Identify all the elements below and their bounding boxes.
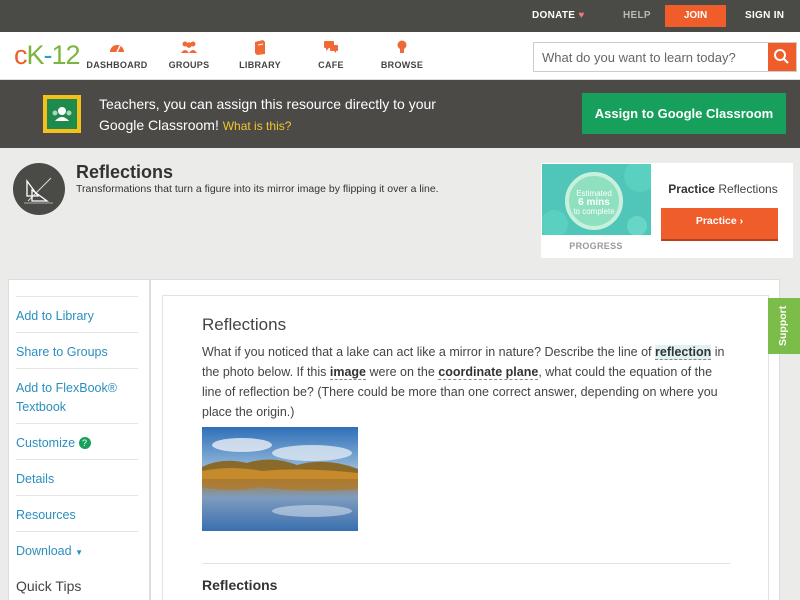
section-heading: Reflections	[202, 577, 278, 593]
banner-message: Teachers, you can assign this resource d…	[99, 96, 436, 133]
sidebar-item-add-to-library[interactable]: Add to Library	[16, 296, 138, 326]
practice-illustration: Estimated 6 mins to complete	[542, 164, 651, 235]
what-is-this-link[interactable]: What is this?	[223, 119, 292, 133]
heart-icon: ♥	[578, 10, 585, 21]
nav-dashboard[interactable]: DASHBOARD	[82, 40, 152, 70]
practice-title: Practice Reflections	[668, 182, 778, 196]
concept-title: Reflections	[76, 162, 174, 182]
speedometer-icon	[82, 40, 152, 58]
nav-groups[interactable]: GROUPS	[154, 40, 224, 70]
practice-card: Estimated 6 mins to complete PROGRESS Pr…	[541, 163, 793, 258]
top-utility-bar: DONATE ♥ HELP JOIN SIGN IN	[0, 0, 800, 32]
vocab-image[interactable]: image	[329, 365, 367, 380]
main-header: cK-12 DASHBOARD GROUPS LIBRARY CAFE BROW…	[0, 32, 800, 80]
lesson-title: Reflections	[202, 315, 287, 334]
search-icon	[774, 49, 789, 64]
chat-bubbles-icon	[296, 40, 366, 58]
search-button[interactable]	[768, 43, 796, 71]
ck12-logo[interactable]: cK-12	[14, 40, 81, 71]
lake-reflection-photo	[202, 427, 358, 531]
lesson-intro-paragraph: What if you noticed that a lake can act …	[202, 345, 725, 419]
book-icon	[225, 40, 295, 58]
quick-tips-heading[interactable]: Quick Tips	[16, 578, 81, 594]
search-box	[533, 42, 797, 72]
donate-link[interactable]: DONATE ♥	[532, 10, 585, 21]
sign-in-link[interactable]: SIGN IN	[745, 10, 784, 21]
assign-to-google-classroom-button[interactable]: Assign to Google Classroom	[582, 93, 786, 134]
sidebar-item-add-to-flexbook[interactable]: Add to FlexBook® Textbook	[16, 368, 138, 417]
sidebar-item-resources[interactable]: Resources	[16, 495, 138, 525]
question-mark-icon[interactable]: ?	[78, 437, 91, 449]
people-icon	[154, 40, 224, 58]
concept-subtitle: Transformations that turn a figure into …	[76, 183, 439, 195]
nav-library[interactable]: LIBRARY	[225, 40, 295, 70]
support-tab[interactable]: Support	[768, 298, 800, 354]
vocab-coordinate-plane[interactable]: coordinate plane	[438, 365, 539, 380]
estimated-time-badge: Estimated 6 mins to complete	[565, 172, 623, 230]
join-button[interactable]: JOIN	[665, 5, 726, 27]
nav-cafe[interactable]: CAFE	[296, 40, 366, 70]
chevron-right-icon: ›	[739, 215, 744, 227]
search-input[interactable]	[534, 43, 768, 71]
lightbulb-icon	[367, 40, 437, 58]
sidebar-item-share-to-groups[interactable]: Share to Groups	[16, 332, 138, 362]
section-divider	[202, 563, 730, 564]
google-classroom-icon	[43, 95, 81, 133]
vocab-reflection[interactable]: reflection	[655, 345, 712, 360]
sidebar-item-customize[interactable]: Customize ?	[16, 423, 138, 453]
caret-down-icon: ▼	[75, 548, 83, 557]
practice-button[interactable]: Practice ›	[661, 208, 778, 239]
reflections-concept-icon	[13, 163, 65, 215]
nav-browse[interactable]: BROWSE	[367, 40, 437, 70]
sidebar-item-details[interactable]: Details	[16, 459, 138, 489]
help-link[interactable]: HELP	[623, 10, 651, 21]
progress-label: PROGRESS	[569, 241, 623, 251]
sidebar-item-download[interactable]: Download ▼	[16, 531, 138, 562]
